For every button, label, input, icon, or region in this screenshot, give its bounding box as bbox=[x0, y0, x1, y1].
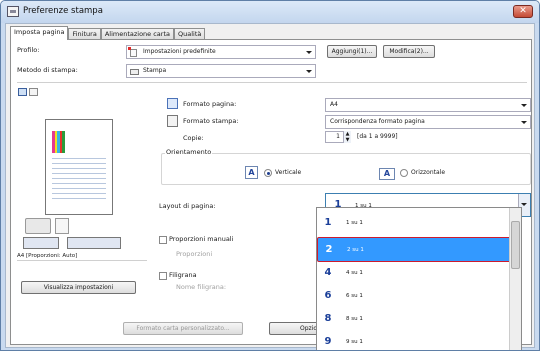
layout-option-number: 6 bbox=[324, 290, 332, 301]
profile-select[interactable]: Impostazioni predefinite bbox=[126, 45, 316, 59]
dropdown-scrollbar[interactable] bbox=[509, 208, 521, 350]
layout-label: Layout di pagina: bbox=[159, 202, 216, 210]
copies-stepper[interactable]: ▲ ▼ bbox=[343, 131, 351, 143]
layout-option-label: 1 su 1 bbox=[346, 220, 363, 226]
preview-text-line bbox=[52, 173, 106, 174]
tab-bar: Imposta pagina Finitura Alimentazione ca… bbox=[10, 26, 206, 40]
layout-option-number: 8 bbox=[324, 313, 332, 324]
finishing-icons-left[interactable] bbox=[23, 237, 59, 249]
preview-text-line bbox=[52, 158, 106, 159]
finishing-icons-right[interactable] bbox=[67, 237, 121, 249]
title-bar: Preferenze stampa ✕ bbox=[1, 1, 539, 23]
page-size-icon bbox=[167, 98, 178, 109]
layout-option-selected[interactable]: 2 2 su 1 bbox=[317, 237, 521, 262]
chevron-down-icon bbox=[306, 70, 312, 73]
tab-page-setup[interactable]: Imposta pagina bbox=[10, 26, 69, 40]
preview-text-line bbox=[52, 188, 106, 189]
preferences-window: Preferenze stampa ✕ Imposta pagina Finit… bbox=[0, 0, 540, 351]
chevron-down-icon bbox=[521, 121, 527, 124]
layout-dropdown-list: 1 1 su 1 2 2 su 1 4 4 su 1 6 6 su 1 8 8 … bbox=[316, 207, 522, 350]
profile-marker-icon bbox=[128, 47, 131, 50]
layout-option[interactable]: 4 4 su 1 bbox=[317, 263, 521, 283]
profile-icon bbox=[130, 49, 137, 57]
manual-scaling-checkbox[interactable] bbox=[159, 236, 167, 244]
watermark-checkbox[interactable] bbox=[159, 272, 167, 280]
custom-paper-size-button[interactable]: Formato carta personalizzato... bbox=[123, 322, 243, 335]
preview-text-line bbox=[52, 183, 106, 184]
output-size-icon bbox=[167, 115, 178, 127]
add-profile-button[interactable]: Aggiungi(1)... bbox=[327, 45, 377, 58]
layout-option[interactable]: 8 8 su 1 bbox=[317, 309, 521, 329]
landscape-radio[interactable] bbox=[400, 169, 408, 177]
close-button[interactable]: ✕ bbox=[513, 5, 533, 18]
watermark-label: Filigrana bbox=[169, 271, 197, 279]
preview-text-line bbox=[52, 168, 106, 169]
chevron-down-icon bbox=[521, 203, 527, 206]
scaling-field-label: Proporzioni bbox=[176, 250, 213, 258]
page-size-label: Formato pagina: bbox=[183, 100, 237, 108]
landscape-orientation-icon: A bbox=[379, 168, 395, 180]
preview-bar bbox=[62, 131, 65, 153]
preview-text-line bbox=[52, 193, 106, 194]
preview-text-line bbox=[52, 178, 106, 179]
profile-label: Profilo: bbox=[17, 46, 40, 54]
layout-option-number: 2 bbox=[325, 244, 333, 255]
printer-icon bbox=[7, 6, 19, 17]
edit-profile-button[interactable]: Modifica(2)... bbox=[383, 45, 435, 58]
preview-caption: A4 [Proporzioni: Auto] bbox=[17, 253, 78, 259]
paper-stack-icon bbox=[55, 218, 69, 234]
copies-range: [da 1 a 9999] bbox=[357, 133, 398, 140]
page-preview bbox=[45, 119, 113, 215]
layout-option[interactable]: 1 1 su 1 bbox=[317, 213, 521, 233]
page-size-value: A4 bbox=[330, 101, 338, 108]
copies-value: 1 bbox=[336, 133, 340, 140]
layout-option[interactable]: 9 9 su 1 bbox=[317, 332, 521, 350]
layout-option-label: 2 su 1 bbox=[347, 247, 364, 253]
watermark-name-label: Nome filigrana: bbox=[176, 283, 227, 291]
page-size-select[interactable]: A4 bbox=[325, 98, 531, 112]
output-size-select[interactable]: Corrispondenza formato pagina bbox=[325, 115, 531, 129]
layout-option-label: 4 su 1 bbox=[346, 270, 363, 276]
preview-mode-icon[interactable] bbox=[18, 88, 27, 96]
orientation-group bbox=[161, 153, 531, 185]
output-size-value: Corrispondenza formato pagina bbox=[330, 118, 425, 125]
landscape-label: Orizzontale bbox=[411, 169, 446, 176]
printer-image-icon bbox=[25, 218, 51, 234]
preview-text-line bbox=[52, 163, 106, 164]
printer-view-icon[interactable] bbox=[29, 88, 38, 96]
layout-option[interactable]: 6 6 su 1 bbox=[317, 286, 521, 306]
layout-option-label: 9 su 1 bbox=[346, 339, 363, 345]
separator bbox=[17, 82, 527, 83]
orientation-label: Orientamento bbox=[165, 148, 213, 156]
portrait-label: Verticale bbox=[275, 169, 302, 176]
method-value: Stampa bbox=[143, 67, 167, 74]
separator bbox=[17, 260, 147, 261]
method-label: Metodo di stampa: bbox=[17, 66, 78, 74]
layout-option-number: 9 bbox=[324, 336, 332, 347]
output-size-label: Formato stampa: bbox=[183, 117, 239, 125]
scrollbar-thumb[interactable] bbox=[511, 221, 520, 269]
method-select[interactable]: Stampa bbox=[126, 64, 316, 78]
layout-option-number: 1 bbox=[324, 217, 332, 228]
portrait-radio[interactable] bbox=[264, 169, 272, 177]
preview-text-line bbox=[52, 198, 106, 199]
layout-option-label: 8 su 1 bbox=[346, 316, 363, 322]
copies-label: Copie: bbox=[183, 134, 204, 142]
profile-value: Impostazioni predefinite bbox=[143, 48, 216, 55]
portrait-orientation-icon: A bbox=[245, 166, 258, 179]
window-title: Preferenze stampa bbox=[23, 6, 103, 16]
chevron-down-icon bbox=[521, 104, 527, 107]
view-settings-button[interactable]: Visualizza impostazioni bbox=[21, 281, 136, 294]
chevron-down-icon bbox=[306, 51, 312, 54]
layout-option-number: 4 bbox=[324, 267, 332, 278]
layout-option-label: 6 su 1 bbox=[346, 293, 363, 299]
preview-color-bars bbox=[52, 131, 65, 153]
manual-scaling-label: Proporzioni manuali bbox=[169, 235, 234, 243]
print-icon bbox=[130, 69, 139, 75]
